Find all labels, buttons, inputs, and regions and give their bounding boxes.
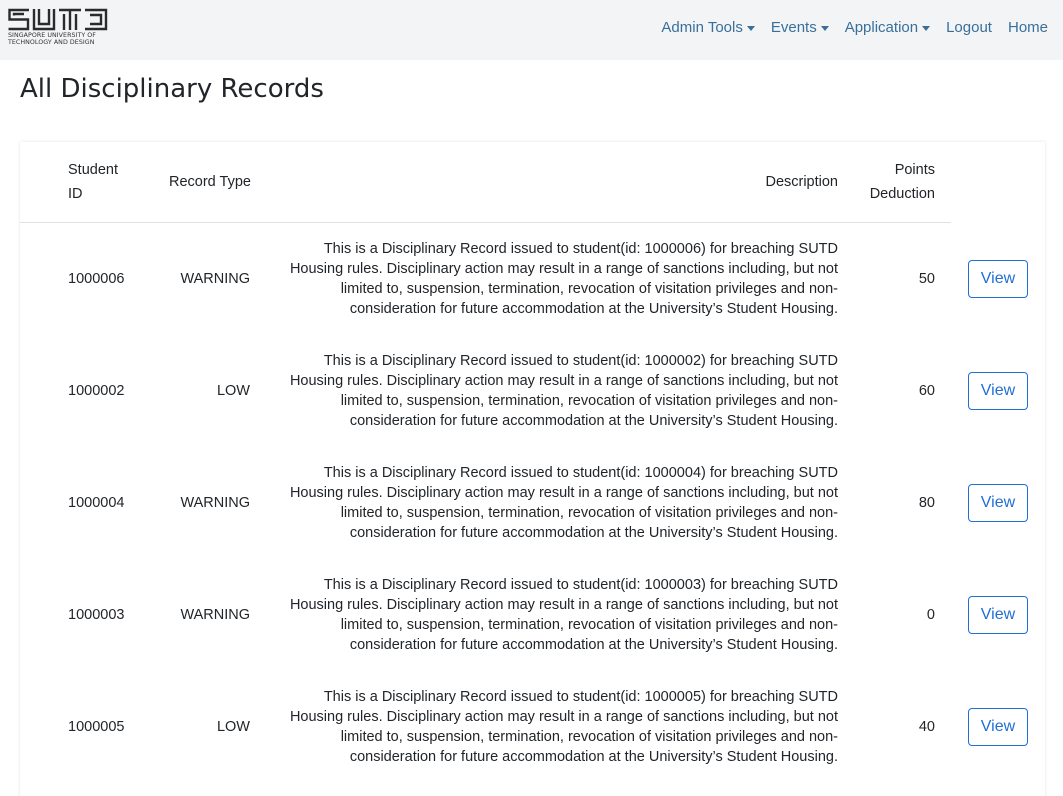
table-row: 1000004 WARNING This is a Disciplinary Rec… — [20, 447, 1045, 559]
description-line: consideration for future accommodation a… — [349, 301, 838, 317]
table-row: 1000002 LOW This is a Disciplinary Record … — [20, 335, 1045, 447]
description-line: Housing rules. Disciplinary action may r… — [289, 485, 838, 501]
student-id-cell: 1000002 — [68, 383, 125, 399]
nav-admin-tools-dropdown[interactable]: Admin Tools — [661, 18, 755, 38]
caret-down-icon — [820, 26, 829, 31]
view-record-button[interactable]: View — [968, 260, 1028, 298]
description-text: This is a Disciplinary Record issued to … — [290, 687, 838, 767]
header-student-id-line1: Student — [68, 162, 118, 178]
record-type-cell: WARNING — [180, 607, 250, 623]
records-table-card: Student ID Record Type Description Point… — [20, 142, 1045, 796]
description-cell: This is a Disciplinary Record issued to … — [282, 671, 838, 783]
record-type-cell: WARNING — [180, 271, 250, 287]
view-record-button[interactable]: View — [968, 596, 1028, 634]
description-line: This is a Disciplinary Record issued to … — [323, 689, 838, 705]
record-type-cell: LOW — [216, 719, 250, 735]
view-record-button[interactable]: View — [968, 372, 1028, 410]
header-student-id-line2: ID — [68, 186, 83, 202]
points-deduction-cell: 50 — [918, 271, 935, 287]
table-row: 1000006 WARNING This is a Disciplinary Rec… — [20, 223, 1045, 335]
table-row: 1000005 LOW This is a Disciplinary Record … — [20, 671, 1045, 783]
view-record-button[interactable]: View — [968, 484, 1028, 522]
description-line: limited to, suspension, termination, rev… — [340, 505, 838, 521]
student-id-cell: 1000004 — [68, 495, 125, 511]
description-line: This is a Disciplinary Record issued to … — [323, 465, 838, 481]
description-line: Housing rules. Disciplinary action may r… — [289, 261, 838, 277]
description-cell: This is a Disciplinary Record issued to … — [282, 559, 838, 671]
nav-events-label: Events — [770, 19, 817, 36]
nav-events-dropdown[interactable]: Events — [771, 18, 829, 38]
description-line: Housing rules. Disciplinary action may r… — [289, 373, 838, 389]
description-line: This is a Disciplinary Record issued to … — [323, 241, 838, 257]
view-record-button[interactable]: View — [968, 708, 1028, 746]
header-description: Description — [765, 174, 838, 190]
caret-down-icon — [922, 26, 931, 31]
navbar: SINGAPORE UNIVERSITY OF TECHNOLOGY AND D… — [0, 0, 1063, 60]
points-deduction-cell: 0 — [926, 607, 935, 623]
header-points-deduction: Points Deduction — [870, 158, 935, 206]
nav-logout-link[interactable]: Logout — [946, 18, 992, 38]
description-line: limited to, suspension, termination, rev… — [340, 617, 838, 633]
description-line: consideration for future accommodation a… — [349, 637, 838, 653]
description-text: This is a Disciplinary Record issued to … — [290, 239, 838, 319]
header-record-type: Record Type — [169, 174, 251, 190]
nav-home-link[interactable]: Home — [1008, 18, 1048, 38]
brand-subtitle-line2: TECHNOLOGY AND DESIGN — [8, 38, 95, 46]
description-line: limited to, suspension, termination, rev… — [340, 393, 838, 409]
nav-application-label: Application — [844, 19, 919, 36]
page-title: All Disciplinary Records — [20, 74, 324, 104]
description-cell: This is a Disciplinary Record issued to … — [282, 447, 838, 559]
record-type-cell: LOW — [216, 383, 250, 399]
table-row: 1000003 WARNING This is a Disciplinary Rec… — [20, 559, 1045, 671]
sutd-logo[interactable]: SINGAPORE UNIVERSITY OF TECHNOLOGY AND D… — [8, 8, 112, 50]
points-deduction-cell: 80 — [918, 495, 935, 511]
description-line: consideration for future accommodation a… — [349, 525, 838, 541]
description-line: consideration for future accommodation a… — [349, 749, 838, 765]
nav-admin-tools-label: Admin Tools — [661, 19, 743, 36]
header-points-line2: Deduction — [869, 186, 935, 202]
nav-application-dropdown[interactable]: Application — [844, 18, 931, 38]
description-text: This is a Disciplinary Record issued to … — [290, 463, 838, 543]
description-line: Housing rules. Disciplinary action may r… — [289, 709, 838, 725]
student-id-cell: 1000005 — [68, 719, 125, 735]
main-nav: Admin Tools Events Application Logout Ho… — [661, 18, 1048, 38]
description-text: This is a Disciplinary Record issued to … — [290, 351, 838, 431]
sutd-logo-mark — [8, 8, 108, 31]
description-cell: This is a Disciplinary Record issued to … — [282, 223, 838, 335]
description-cell: This is a Disciplinary Record issued to … — [282, 335, 838, 447]
description-text: This is a Disciplinary Record issued to … — [290, 575, 838, 655]
description-line: consideration for future accommodation a… — [349, 413, 838, 429]
description-line: limited to, suspension, termination, rev… — [340, 281, 838, 297]
points-deduction-cell: 60 — [918, 383, 935, 399]
header-student-id: Student ID — [68, 158, 118, 206]
brand-subtitle: SINGAPORE UNIVERSITY OF TECHNOLOGY AND D… — [8, 32, 96, 46]
header-points-line1: Points — [894, 162, 935, 178]
student-id-cell: 1000003 — [68, 607, 125, 623]
record-type-cell: WARNING — [180, 495, 250, 511]
description-line: This is a Disciplinary Record issued to … — [323, 353, 838, 369]
caret-down-icon — [746, 26, 755, 31]
description-line: This is a Disciplinary Record issued to … — [323, 577, 838, 593]
description-line: Housing rules. Disciplinary action may r… — [289, 597, 838, 613]
points-deduction-cell: 40 — [918, 719, 935, 735]
student-id-cell: 1000006 — [68, 271, 125, 287]
description-line: limited to, suspension, termination, rev… — [340, 729, 838, 745]
